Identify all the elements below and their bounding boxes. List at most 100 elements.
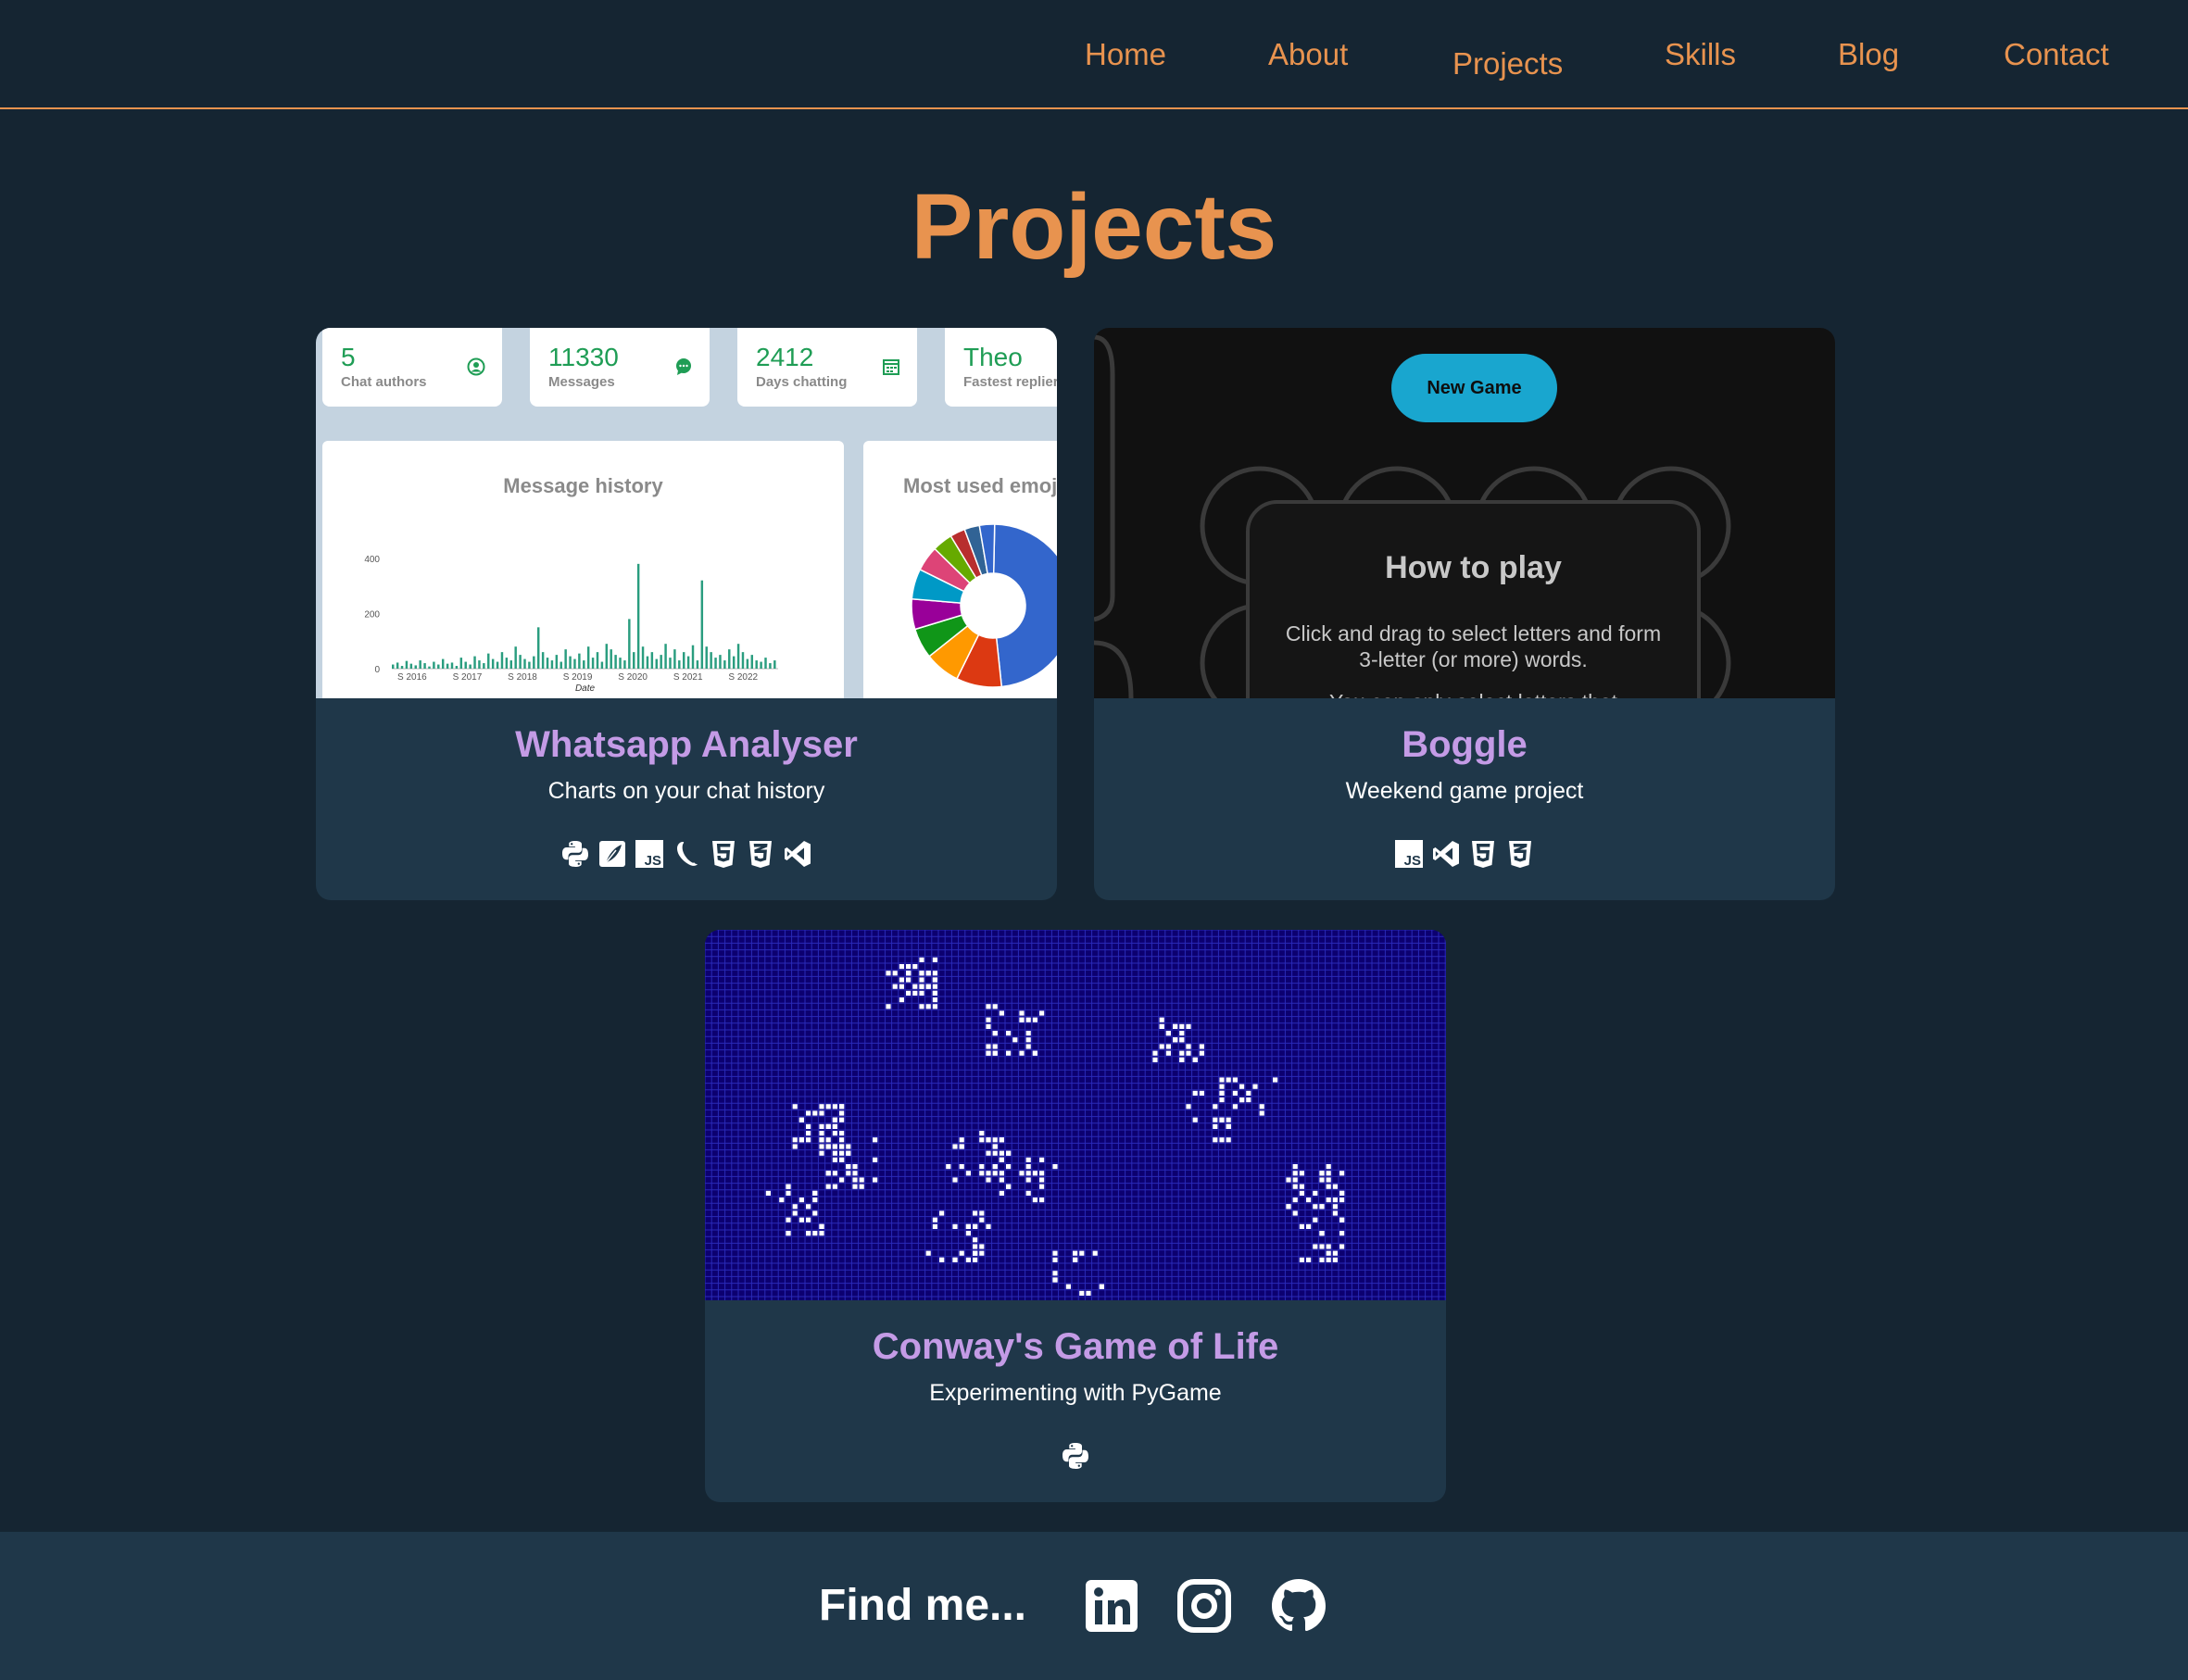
history-bar <box>641 646 645 669</box>
x-tick-label: S 2017 <box>453 672 483 683</box>
history-bar <box>710 652 712 669</box>
history-bar <box>764 658 767 669</box>
history-bar <box>473 656 476 669</box>
nav-contact[interactable]: Contact <box>2004 37 2109 72</box>
project-title: Whatsapp Analyser <box>515 724 858 765</box>
x-axis-label: Date <box>575 683 596 694</box>
footer: Find me... <box>0 1532 2188 1680</box>
html5-icon <box>1472 841 1494 868</box>
nav-blog[interactable]: Blog <box>1838 37 1899 72</box>
history-bar <box>546 658 549 669</box>
tech-icons: JS <box>316 839 1057 869</box>
history-bar <box>605 644 609 669</box>
emoji-slice <box>992 523 1057 688</box>
history-bar <box>564 649 567 669</box>
history-bar <box>591 658 595 669</box>
svg-text:JS: JS <box>1404 853 1421 869</box>
python-icon <box>1063 1443 1088 1469</box>
x-tick-label: S 2016 <box>397 672 427 683</box>
history-bar <box>691 645 695 669</box>
history-bar <box>664 644 667 669</box>
x-tick-label: S 2022 <box>728 672 758 683</box>
history-bar <box>496 661 499 669</box>
css3-icon <box>1509 841 1531 868</box>
history-bar <box>583 660 585 669</box>
boggle-preview-image: New Game How to play Click and drag to s… <box>1094 328 1835 698</box>
history-bar <box>487 653 490 669</box>
find-me-label: Find me... <box>819 1581 1027 1630</box>
history-bar <box>619 658 622 669</box>
history-bar <box>405 660 409 669</box>
history-bar <box>446 663 449 669</box>
message-history-chart: Message history 400 200 0 S 2016 S 2017 S 201… <box>322 441 844 698</box>
game-of-life-preview-image <box>705 930 1446 1300</box>
history-bar <box>650 652 654 669</box>
history-bar <box>678 660 681 669</box>
linkedin-icon[interactable] <box>1082 1576 1141 1636</box>
history-bar <box>600 661 604 669</box>
tech-icons <box>705 1441 1446 1471</box>
history-bar <box>500 652 504 669</box>
nav-skills[interactable]: Skills <box>1665 37 1736 72</box>
history-bar <box>555 655 559 669</box>
history-bar <box>769 663 772 669</box>
history-bar <box>741 652 745 669</box>
nav-about[interactable]: About <box>1268 37 1348 72</box>
project-subtitle: Experimenting with PyGame <box>929 1380 1222 1406</box>
history-bar <box>523 658 526 669</box>
project-card-game-of-life[interactable]: Conway's Game of Life Experimenting with… <box>705 930 1446 1502</box>
css3-icon <box>749 841 772 868</box>
history-bar <box>723 660 726 669</box>
instagram-icon[interactable] <box>1175 1576 1234 1636</box>
calendar-icon <box>883 359 899 375</box>
history-bar <box>419 660 421 669</box>
history-bar <box>455 666 459 669</box>
project-title: Conway's Game of Life <box>872 1326 1279 1367</box>
tech-icons: JS <box>1094 839 1835 869</box>
history-bar <box>505 658 509 669</box>
y-tick-label: 200 <box>364 609 380 620</box>
javascript-icon: JS <box>1395 840 1423 869</box>
history-bar <box>528 661 531 669</box>
nav-home[interactable]: Home <box>1085 37 1166 72</box>
history-bar <box>586 646 590 669</box>
nav-projects[interactable]: Projects <box>1452 46 1563 81</box>
history-bar <box>541 652 545 669</box>
history-bar <box>423 663 426 669</box>
history-bar <box>491 658 495 669</box>
history-bar <box>400 666 404 669</box>
history-bar <box>396 662 399 669</box>
history-bar <box>755 660 758 669</box>
history-bar <box>596 652 599 669</box>
history-bar <box>686 656 690 669</box>
stat-card-messages: 11330 Messages <box>530 328 710 407</box>
project-title: Boggle <box>1402 724 1528 765</box>
history-bar <box>533 656 535 669</box>
stat-card-chat-authors: 5 Chat authors <box>322 328 502 407</box>
project-card-boggle[interactable]: New Game How to play Click and drag to s… <box>1094 328 1835 900</box>
history-bar <box>719 655 722 669</box>
whatsapp-preview-image: 5 Chat authors 11330 Messages 2412 Days … <box>316 328 1057 698</box>
history-bar <box>700 580 704 669</box>
python-icon <box>562 841 588 867</box>
history-bar <box>550 660 554 669</box>
project-card-whatsapp-analyser[interactable]: 5 Chat authors 11330 Messages 2412 Days … <box>316 328 1057 900</box>
y-tick-label: 0 <box>374 665 380 675</box>
new-game-button[interactable]: New Game <box>1391 354 1557 422</box>
history-bar <box>560 661 562 669</box>
history-bar <box>519 655 522 669</box>
page-title: Projects <box>911 175 1277 279</box>
history-bar <box>441 658 445 669</box>
x-tick-label: S 2021 <box>673 672 703 683</box>
stat-card-fastest-replier: Theo Fastest replier <box>945 328 1057 407</box>
history-bar <box>682 652 685 669</box>
history-bar <box>633 652 635 669</box>
history-bar <box>728 649 731 669</box>
history-bar <box>478 660 481 669</box>
history-bar <box>636 563 640 669</box>
x-tick-label: S 2019 <box>563 672 593 683</box>
github-icon[interactable] <box>1269 1576 1328 1636</box>
history-bar <box>569 656 572 669</box>
svg-text:JS: JS <box>645 853 661 869</box>
y-tick-label: 400 <box>364 555 380 565</box>
